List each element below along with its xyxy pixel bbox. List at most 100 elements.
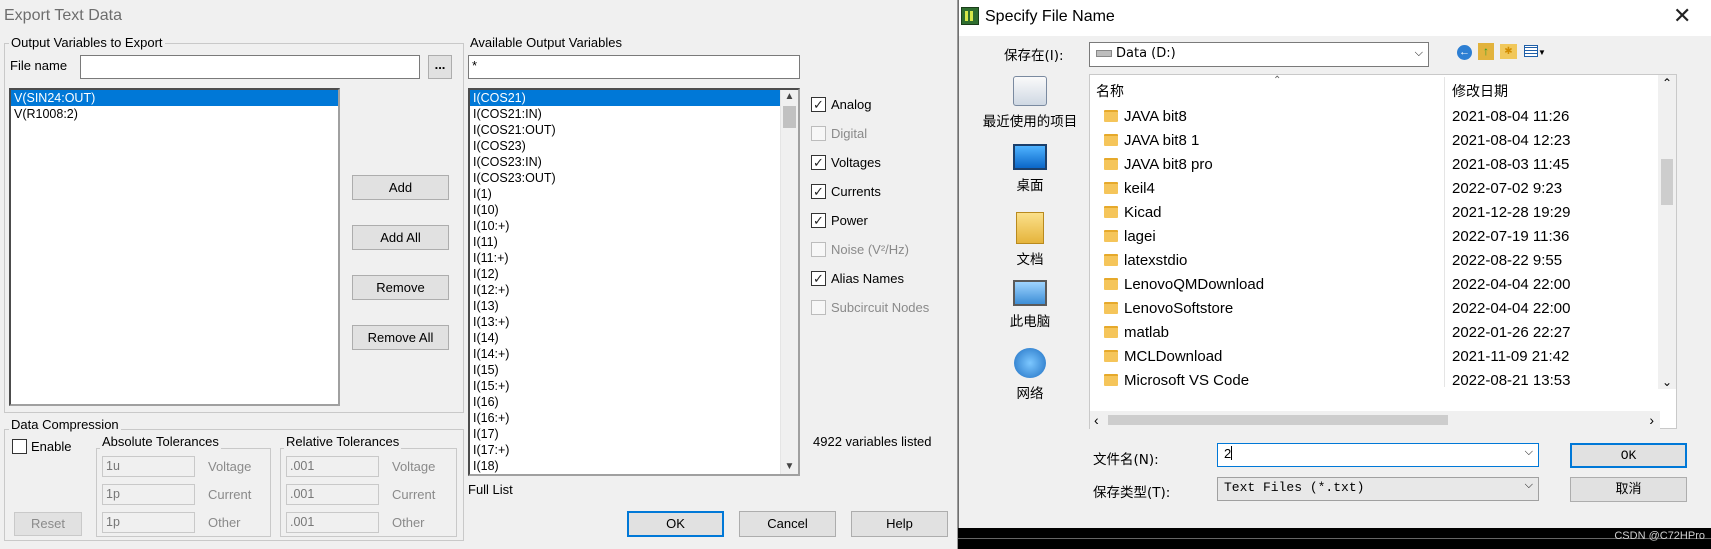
checkbox-row[interactable]: Noise (V²/Hz) — [811, 242, 957, 271]
list-item[interactable]: I(COS23) — [470, 138, 780, 154]
reset-button[interactable]: Reset — [14, 512, 82, 536]
file-row[interactable]: JAVA bit8 1 2021-08-04 12:23 — [1090, 129, 1660, 153]
file-row[interactable]: matlab 2022-01-26 22:27 — [1090, 321, 1660, 345]
place-recent-items[interactable]: 最近使用的项目 — [967, 74, 1093, 142]
abs-voltage-input[interactable]: 1u — [102, 456, 195, 477]
file-row[interactable]: LenovoSoftstore 2022-04-04 22:00 — [1090, 297, 1660, 321]
scroll-down-icon[interactable]: ▼ — [781, 461, 798, 472]
available-list-scrollbar[interactable]: ▲ ▼ — [780, 90, 798, 474]
export-variables-list[interactable]: V(SIN24:OUT) V(R1008:2) — [9, 88, 340, 406]
browse-button[interactable]: ... — [428, 55, 452, 79]
list-item[interactable]: I(COS21) — [470, 90, 780, 106]
list-item[interactable]: I(17) — [470, 426, 780, 442]
checkbox-row[interactable]: Subcircuit Nodes — [811, 300, 957, 329]
scroll-thumb[interactable] — [1661, 159, 1673, 205]
list-item[interactable]: I(10) — [470, 202, 780, 218]
file-row[interactable]: MCLDownload 2021-11-09 21:42 — [1090, 345, 1660, 369]
checkbox-row[interactable]: ✓ Alias Names — [811, 271, 957, 300]
compression-enable-checkbox[interactable] — [12, 439, 27, 454]
rel-current-input[interactable]: .001 — [286, 484, 379, 505]
checkbox[interactable] — [811, 126, 826, 141]
file-row[interactable]: keil4 2022-07-02 9:23 — [1090, 177, 1660, 201]
place-documents[interactable]: 文档 — [967, 210, 1093, 278]
back-icon[interactable]: ← — [1457, 45, 1472, 60]
list-item[interactable]: I(14:+) — [470, 346, 780, 362]
file-row[interactable]: Microsoft VS Code 2022-08-21 13:53 — [1090, 369, 1660, 387]
list-item[interactable]: I(16) — [470, 394, 780, 410]
abs-current-input[interactable]: 1p — [102, 484, 195, 505]
file-name-input[interactable]: 2 ⌵ — [1217, 443, 1539, 467]
checkbox[interactable] — [811, 242, 826, 257]
help-button[interactable]: Help — [851, 511, 948, 537]
ok-button[interactable]: OK — [627, 511, 724, 537]
place-desktop[interactable]: 桌面 — [967, 142, 1093, 210]
file-name-input[interactable] — [80, 55, 420, 79]
list-item[interactable]: I(16:+) — [470, 410, 780, 426]
up-folder-icon[interactable]: ↑ — [1478, 43, 1494, 60]
add-all-button[interactable]: Add All — [352, 225, 449, 250]
add-button[interactable]: Add — [352, 175, 449, 200]
scroll-thumb[interactable] — [1108, 415, 1448, 425]
list-item[interactable]: I(18) — [470, 458, 780, 474]
checkbox-checked[interactable]: ✓ — [811, 97, 826, 112]
checkbox[interactable] — [811, 300, 826, 315]
scroll-left-icon[interactable]: ‹ — [1094, 411, 1099, 429]
file-row[interactable]: JAVA bit8 pro 2021-08-03 11:45 — [1090, 153, 1660, 177]
rel-voltage-input[interactable]: .001 — [286, 456, 379, 477]
checkbox-checked[interactable]: ✓ — [811, 271, 826, 286]
filter-input[interactable]: * — [468, 55, 800, 79]
file-row[interactable]: Kicad 2021-12-28 19:29 — [1090, 201, 1660, 225]
list-item[interactable]: I(11) — [470, 234, 780, 250]
abs-other-input[interactable]: 1p — [102, 512, 195, 533]
checkbox-row[interactable]: Digital — [811, 126, 957, 155]
file-row[interactable]: LenovoQMDownload 2022-04-04 22:00 — [1090, 273, 1660, 297]
place-this-pc[interactable]: 此电脑 — [967, 278, 1093, 346]
save-in-select[interactable]: Data (D:) ⌵ — [1089, 42, 1429, 67]
view-menu-icon[interactable]: ▼ — [1524, 45, 1548, 60]
scroll-up-icon[interactable]: ▲ — [781, 90, 798, 104]
list-item[interactable]: I(12) — [470, 266, 780, 282]
scroll-up-icon[interactable]: ⌃ — [1658, 75, 1676, 91]
list-item[interactable]: I(10:+) — [470, 218, 780, 234]
checkbox-row[interactable]: ✓ Voltages — [811, 155, 957, 184]
close-icon[interactable]: ✕ — [1673, 3, 1691, 29]
list-item[interactable]: I(15) — [470, 362, 780, 378]
file-type-select[interactable]: Text Files (*.txt) ⌵ — [1217, 477, 1539, 501]
list-item[interactable]: I(14) — [470, 330, 780, 346]
scroll-thumb[interactable] — [783, 106, 796, 128]
list-item[interactable]: V(SIN24:OUT) — [11, 90, 338, 106]
cancel-button[interactable]: Cancel — [739, 511, 836, 537]
new-folder-icon[interactable]: ✱ — [1500, 44, 1517, 59]
list-item[interactable]: I(COS23:IN) — [470, 154, 780, 170]
file-list-hscrollbar[interactable]: ‹ › — [1090, 411, 1660, 429]
list-item[interactable]: I(COS21:IN) — [470, 106, 780, 122]
list-item[interactable]: I(COS21:OUT) — [470, 122, 780, 138]
available-variables-list[interactable]: I(COS21) I(COS21:IN) I(COS21:OUT) I(COS23) I… — [468, 88, 800, 476]
list-item[interactable]: I(11:+) — [470, 250, 780, 266]
list-item[interactable]: I(1) — [470, 186, 780, 202]
remove-button[interactable]: Remove — [352, 275, 449, 300]
save-ok-button[interactable]: OK — [1570, 443, 1687, 468]
list-item[interactable]: I(12:+) — [470, 282, 780, 298]
checkbox-row[interactable]: ✓ Power — [811, 213, 957, 242]
checkbox-checked[interactable]: ✓ — [811, 184, 826, 199]
scroll-right-icon[interactable]: › — [1649, 411, 1654, 429]
list-item[interactable]: I(17:+) — [470, 442, 780, 458]
list-item[interactable]: V(R1008:2) — [11, 106, 338, 122]
list-item[interactable]: I(COS23:OUT) — [470, 170, 780, 186]
list-item[interactable]: I(15:+) — [470, 378, 780, 394]
checkbox-checked[interactable]: ✓ — [811, 213, 826, 228]
list-item[interactable]: I(13:+) — [470, 314, 780, 330]
file-list[interactable]: 名称 ⌃ 修改日期 JAVA bit8 2021-08-04 11:26 JAVA … — [1089, 74, 1677, 429]
file-row[interactable]: latexstdio 2022-08-22 9:55 — [1090, 249, 1660, 273]
scroll-down-icon[interactable]: ⌄ — [1658, 375, 1676, 389]
remove-all-button[interactable]: Remove All — [352, 325, 449, 350]
checkbox-row[interactable]: ✓ Currents — [811, 184, 957, 213]
checkbox-row[interactable]: ✓ Analog — [811, 97, 957, 126]
column-header-modified[interactable]: 修改日期 — [1452, 81, 1508, 101]
rel-other-input[interactable]: .001 — [286, 512, 379, 533]
file-row[interactable]: lagei 2022-07-19 11:36 — [1090, 225, 1660, 249]
place-network[interactable]: 网络 — [967, 346, 1093, 414]
save-cancel-button[interactable]: 取消 — [1570, 477, 1687, 502]
checkbox-checked[interactable]: ✓ — [811, 155, 826, 170]
